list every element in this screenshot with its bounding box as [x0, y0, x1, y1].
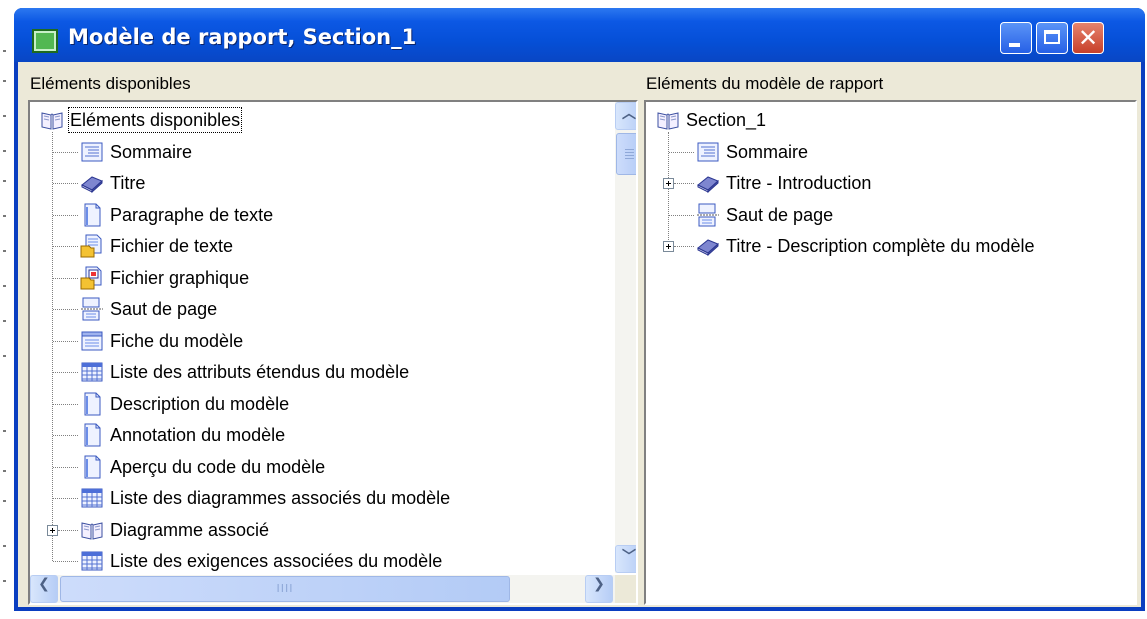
- tree-item-label: Liste des attributs étendus du modèle: [110, 362, 410, 382]
- tree-item[interactable]: Paragraphe de texte: [30, 200, 590, 231]
- tree-item[interactable]: Annotation du modèle: [30, 420, 590, 451]
- open-book-icon: [656, 108, 680, 132]
- tree-item-label: Paragraphe de texte: [110, 204, 274, 225]
- open-book-icon: [80, 518, 104, 542]
- document-icon: [80, 203, 104, 227]
- tree-item-label: Titre - Description complète du modèle: [726, 236, 1035, 256]
- vertical-scroll-thumb[interactable]: [616, 133, 636, 175]
- title-book-icon: [80, 171, 104, 195]
- tree-item-label: Titre - Introduction: [726, 173, 872, 193]
- tree-item[interactable]: Fichier de texte: [30, 231, 590, 262]
- tree-item-label: Saut de page: [726, 204, 834, 225]
- tree-item[interactable]: Saut de page: [30, 294, 590, 325]
- right-arrow-icon: ❯: [593, 576, 605, 592]
- tree-item[interactable]: Titre - Description complète du modèle: [646, 231, 1135, 262]
- tree-item[interactable]: Liste des attributs étendus du modèle: [30, 357, 590, 388]
- tree-item[interactable]: Fichier graphique: [30, 263, 590, 294]
- tree-root[interactable]: Eléments disponibles: [30, 105, 590, 136]
- scroll-down-button[interactable]: ﹀: [615, 545, 636, 573]
- available-elements-header: Eléments disponibles: [30, 74, 191, 93]
- up-arrow-icon: ︿: [622, 106, 636, 122]
- document-icon: [80, 423, 104, 447]
- horizontal-scrollbar[interactable]: ❮ IIII ❯: [30, 575, 615, 603]
- open-book-icon: [40, 108, 64, 132]
- grid-list-icon: [80, 360, 104, 384]
- title-bar[interactable]: Modèle de rapport, Section_1 ✕: [14, 8, 1145, 62]
- scroll-up-button[interactable]: ︿: [615, 102, 636, 130]
- tree-item[interactable]: Saut de page: [646, 200, 1135, 231]
- background-edge: [0, 0, 14, 619]
- page-break-icon: [80, 297, 104, 321]
- vertical-scrollbar[interactable]: ︿ ﹀: [615, 102, 636, 573]
- graphic-file-icon: [80, 266, 104, 290]
- horizontal-scroll-thumb[interactable]: IIII: [60, 576, 510, 602]
- tree-item-label: Fiche du modèle: [110, 330, 244, 351]
- text-file-icon: [80, 234, 104, 258]
- grid-list-icon: [80, 486, 104, 510]
- tree-item[interactable]: Diagramme associé: [30, 515, 590, 546]
- tree-item[interactable]: Sommaire: [646, 137, 1135, 168]
- scroll-corner: [615, 575, 636, 603]
- template-elements-pane[interactable]: Section_1 Sommaire Titre - Introduction Sau…: [644, 100, 1137, 605]
- tree-item[interactable]: Titre - Introduction: [646, 168, 1135, 199]
- close-icon: ✕: [1077, 24, 1099, 52]
- scroll-right-button[interactable]: ❯: [585, 575, 613, 603]
- tree-item-label: Sommaire: [110, 141, 193, 162]
- tree-item-label: Aperçu du code du modèle: [110, 456, 326, 477]
- tree-item[interactable]: Liste des exigences associées du modèle: [30, 546, 590, 577]
- card-icon: [80, 329, 104, 353]
- tree-item-label: Description du modèle: [110, 393, 290, 414]
- down-arrow-icon: ﹀: [622, 549, 636, 565]
- tree-item[interactable]: Liste des diagrammes associés du modèle: [30, 483, 590, 514]
- tree-item-label: Diagramme associé: [110, 519, 270, 540]
- page-break-icon: [696, 203, 720, 227]
- title-book-icon: [696, 171, 720, 195]
- tree-item-label: Titre: [110, 173, 146, 193]
- window-client-area: Eléments disponibles Eléments du modèle …: [18, 62, 1141, 607]
- minimize-button[interactable]: [1000, 22, 1032, 54]
- available-elements-pane[interactable]: Eléments disponibles Sommaire Titre Paragra…: [28, 100, 638, 605]
- tree-item[interactable]: Fiche du modèle: [30, 326, 590, 357]
- tree-item-label: Fichier de texte: [110, 236, 234, 256]
- tree-root-label: Eléments disponibles: [67, 107, 243, 133]
- tree-item-label: Annotation du modèle: [110, 425, 286, 445]
- tree-item-label: Sommaire: [726, 141, 809, 162]
- tree-item-label: Saut de page: [110, 299, 218, 319]
- report-template-window: Modèle de rapport, Section_1 ✕ Eléments …: [14, 8, 1145, 611]
- scroll-left-button[interactable]: ❮: [30, 575, 58, 603]
- tree-root[interactable]: Section_1: [646, 105, 1135, 136]
- maximize-button[interactable]: [1036, 22, 1068, 54]
- document-icon: [80, 392, 104, 416]
- tree-item[interactable]: Titre: [30, 168, 590, 199]
- tree-item-label: Fichier graphique: [110, 267, 250, 288]
- toc-list-icon: [696, 140, 720, 164]
- left-arrow-icon: ❮: [38, 576, 50, 592]
- tree-item-label: Liste des exigences associées du modèle: [110, 551, 443, 571]
- tree-root-label: Section_1: [686, 110, 767, 130]
- grid-list-icon: [80, 549, 104, 573]
- close-button[interactable]: ✕: [1072, 22, 1104, 54]
- window-title: Modèle de rapport, Section_1: [68, 25, 417, 49]
- template-elements-header: Eléments du modèle de rapport: [646, 74, 884, 93]
- tree-item[interactable]: Aperçu du code du modèle: [30, 452, 590, 483]
- tree-item[interactable]: Description du modèle: [30, 389, 590, 420]
- toc-list-icon: [80, 140, 104, 164]
- tree-item-label: Liste des diagrammes associés du modèle: [110, 488, 451, 508]
- title-book-icon: [696, 234, 720, 258]
- scroll-grip: IIII: [276, 582, 294, 595]
- tree-item[interactable]: Sommaire: [30, 137, 590, 168]
- document-icon: [80, 455, 104, 479]
- app-icon[interactable]: [32, 29, 58, 53]
